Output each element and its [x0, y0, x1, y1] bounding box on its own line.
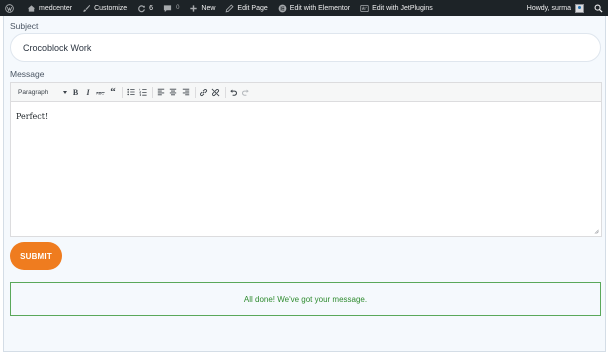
- edit-page-link[interactable]: Edit Page: [220, 0, 272, 16]
- toolbar-divider: [152, 86, 153, 98]
- comments-count: 0: [176, 5, 180, 11]
- link-icon: [199, 88, 207, 96]
- resize-handle-icon[interactable]: [594, 229, 599, 234]
- site-name-link[interactable]: medcenter: [22, 0, 77, 16]
- contact-form-panel: Subject Message Paragraph B I ABC “: [3, 16, 606, 352]
- admin-search-button[interactable]: [589, 0, 608, 16]
- updates-count: 6: [149, 4, 154, 12]
- jetplugins-icon: [360, 4, 369, 13]
- comments-link[interactable]: 0: [158, 0, 184, 16]
- edit-page-label: Edit Page: [237, 4, 268, 12]
- message-editor: Paragraph B I ABC “ Perfect!: [10, 82, 602, 237]
- undo-icon: [229, 88, 237, 96]
- align-left-button[interactable]: [155, 86, 166, 99]
- avatar: [575, 3, 584, 13]
- numbered-list-icon: [139, 88, 147, 96]
- edit-elementor-label: Edit with Elementor: [289, 4, 351, 12]
- redo-button[interactable]: [240, 86, 251, 99]
- pencil-icon: [225, 3, 234, 13]
- format-select-value: Paragraph: [18, 88, 49, 96]
- italic-button[interactable]: I: [83, 86, 94, 99]
- message-content-area[interactable]: Perfect!: [11, 102, 601, 236]
- updates-link[interactable]: 6: [132, 0, 158, 16]
- editor-toolbar: Paragraph B I ABC “: [11, 83, 601, 102]
- align-left-icon: [157, 88, 164, 96]
- blockquote-button[interactable]: “: [108, 86, 119, 99]
- toolbar-divider: [122, 86, 123, 98]
- customize-label: Customize: [94, 4, 128, 12]
- success-message: All done! We've got your message.: [243, 294, 368, 304]
- site-name-label: medcenter: [39, 4, 73, 12]
- howdy-label: Howdy, surma: [526, 4, 571, 12]
- search-icon: [594, 4, 603, 13]
- plus-icon: [189, 4, 198, 13]
- submit-button[interactable]: SUBMIT: [10, 242, 62, 270]
- bullet-list-button[interactable]: [125, 86, 136, 99]
- bullet-list-icon: [126, 88, 135, 96]
- message-text: Perfect!: [16, 112, 49, 121]
- wordpress-icon: [5, 3, 14, 13]
- edit-jetplugins-label: Edit with JetPlugins: [372, 4, 433, 12]
- paintbrush-icon: [82, 4, 91, 13]
- comment-icon: [163, 4, 172, 13]
- align-right-button[interactable]: [180, 86, 191, 99]
- toolbar-divider: [224, 86, 226, 98]
- home-icon: [27, 4, 36, 13]
- my-account-menu[interactable]: Howdy, surma: [522, 0, 589, 16]
- customize-link[interactable]: Customize: [77, 0, 132, 16]
- toolbar-divider: [194, 86, 196, 98]
- unlink-icon: [211, 88, 220, 96]
- insert-link-button[interactable]: [198, 86, 209, 99]
- admin-bar: medcenter Customize 6 0 New Edit Page Ed…: [0, 0, 608, 16]
- undo-button[interactable]: [228, 86, 239, 99]
- success-notice: All done! We've got your message.: [10, 282, 601, 316]
- align-right-icon: [182, 88, 189, 96]
- subject-input[interactable]: [10, 33, 601, 62]
- edit-jetplugins-link[interactable]: Edit with JetPlugins: [355, 0, 438, 16]
- new-content-link[interactable]: New: [184, 0, 220, 16]
- format-select[interactable]: Paragraph: [14, 86, 70, 99]
- numbered-list-button[interactable]: [138, 86, 149, 99]
- remove-link-button[interactable]: [210, 86, 221, 99]
- align-center-icon: [169, 88, 177, 96]
- align-center-button[interactable]: [168, 86, 179, 99]
- message-label: Message: [10, 69, 45, 79]
- elementor-icon: [278, 4, 287, 13]
- wp-logo-menu[interactable]: [0, 0, 22, 16]
- subject-label: Subject: [10, 21, 39, 31]
- strikethrough-button[interactable]: ABC: [95, 86, 106, 99]
- refresh-icon: [137, 4, 146, 13]
- chevron-down-icon: [63, 90, 67, 94]
- strikethrough-icon: ABC: [96, 90, 105, 95]
- edit-elementor-link[interactable]: Edit with Elementor: [273, 0, 355, 16]
- new-label: New: [201, 4, 216, 12]
- redo-icon: [242, 88, 249, 96]
- bold-button[interactable]: B: [70, 86, 81, 99]
